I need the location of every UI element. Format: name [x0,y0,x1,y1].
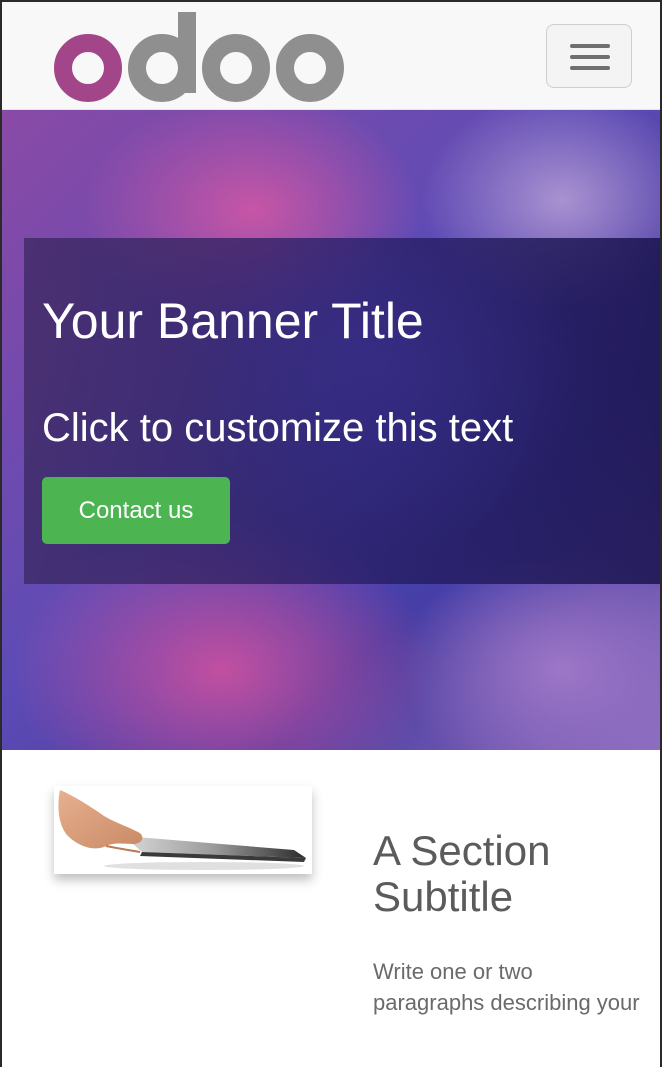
section-subtitle[interactable]: A Section Subtitle [373,828,643,920]
banner-text[interactable]: Click to customize this text [42,408,513,448]
odoo-logo[interactable] [52,6,372,106]
hamburger-icon-bar [570,55,610,59]
section-paragraph[interactable]: Write one or two paragraphs describing y… [373,956,643,1018]
hamburger-icon-bar [570,66,610,70]
banner-title[interactable]: Your Banner Title [42,296,424,346]
navbar [2,2,660,110]
contact-us-button[interactable]: Contact us [42,477,230,544]
hamburger-icon [570,44,610,48]
browser-viewport: Your Banner Title Click to customize thi… [0,0,662,1067]
menu-toggle-button[interactable] [546,24,632,88]
tablet-in-hand-image [54,786,312,874]
